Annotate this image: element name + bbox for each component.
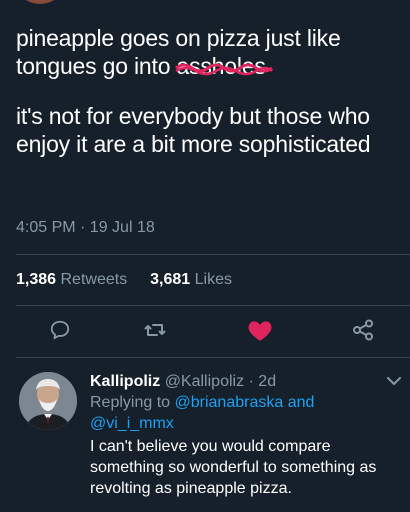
replying-to-label: Replying to	[90, 394, 171, 411]
scribbled-word-text: assholes	[176, 53, 266, 79]
reply-icon	[50, 320, 70, 340]
reply-author-name[interactable]: Kallipoliz	[90, 373, 160, 390]
replying-to: Replying to @brianabraska and @vi_i_mmx	[90, 392, 400, 434]
tweet-stats: 1,386 Retweets 3,681 Likes	[16, 271, 232, 289]
retweet-button[interactable]	[141, 316, 169, 344]
tweet-text: pineapple goes on pizza just like tongue…	[16, 24, 401, 158]
avatar-portrait	[19, 372, 77, 430]
retweet-icon	[144, 324, 166, 336]
reply-author-avatar[interactable]	[19, 372, 77, 430]
mention-link-2[interactable]: @vi_i_mmx	[90, 415, 174, 432]
like-button[interactable]	[246, 316, 274, 344]
reply-header: Kallipoliz @Kallipoliz · 2d	[90, 371, 400, 392]
tweet-paragraph-1: pineapple goes on pizza just like tongue…	[16, 24, 401, 80]
divider-bottom	[16, 357, 410, 358]
heart-icon	[248, 321, 272, 341]
scribbled-word: assholes	[175, 52, 274, 80]
reply-time: · 2d	[248, 373, 277, 390]
reply-tweet[interactable]: Kallipoliz @Kallipoliz · 2d Replying to …	[90, 371, 400, 499]
share-icon	[353, 319, 373, 341]
retweets-label[interactable]: Retweets	[61, 271, 128, 288]
reply-author-handle[interactable]: @Kallipoliz	[165, 373, 244, 390]
chevron-down-icon	[387, 377, 401, 385]
mention-and: and	[287, 394, 315, 411]
retweets-count[interactable]: 1,386	[16, 271, 56, 288]
likes-count[interactable]: 3,681	[150, 271, 190, 288]
share-button[interactable]	[349, 316, 377, 344]
tweet-timestamp[interactable]: 4:05 PM · 19 Jul 18	[16, 219, 155, 237]
reply-text: I can't believe you would compare someth…	[90, 438, 377, 497]
tweet-actions	[0, 316, 410, 350]
mention-link-1[interactable]: @brianabraska	[175, 394, 284, 411]
divider-top	[16, 254, 410, 255]
tweet-paragraph-2: it's not for everybody but those who enj…	[16, 103, 371, 157]
divider-middle	[16, 305, 410, 306]
reply-menu-button[interactable]	[386, 374, 402, 392]
reply-button[interactable]	[46, 316, 74, 344]
original-author-avatar[interactable]	[20, 0, 60, 4]
likes-label[interactable]: Likes	[195, 271, 232, 288]
